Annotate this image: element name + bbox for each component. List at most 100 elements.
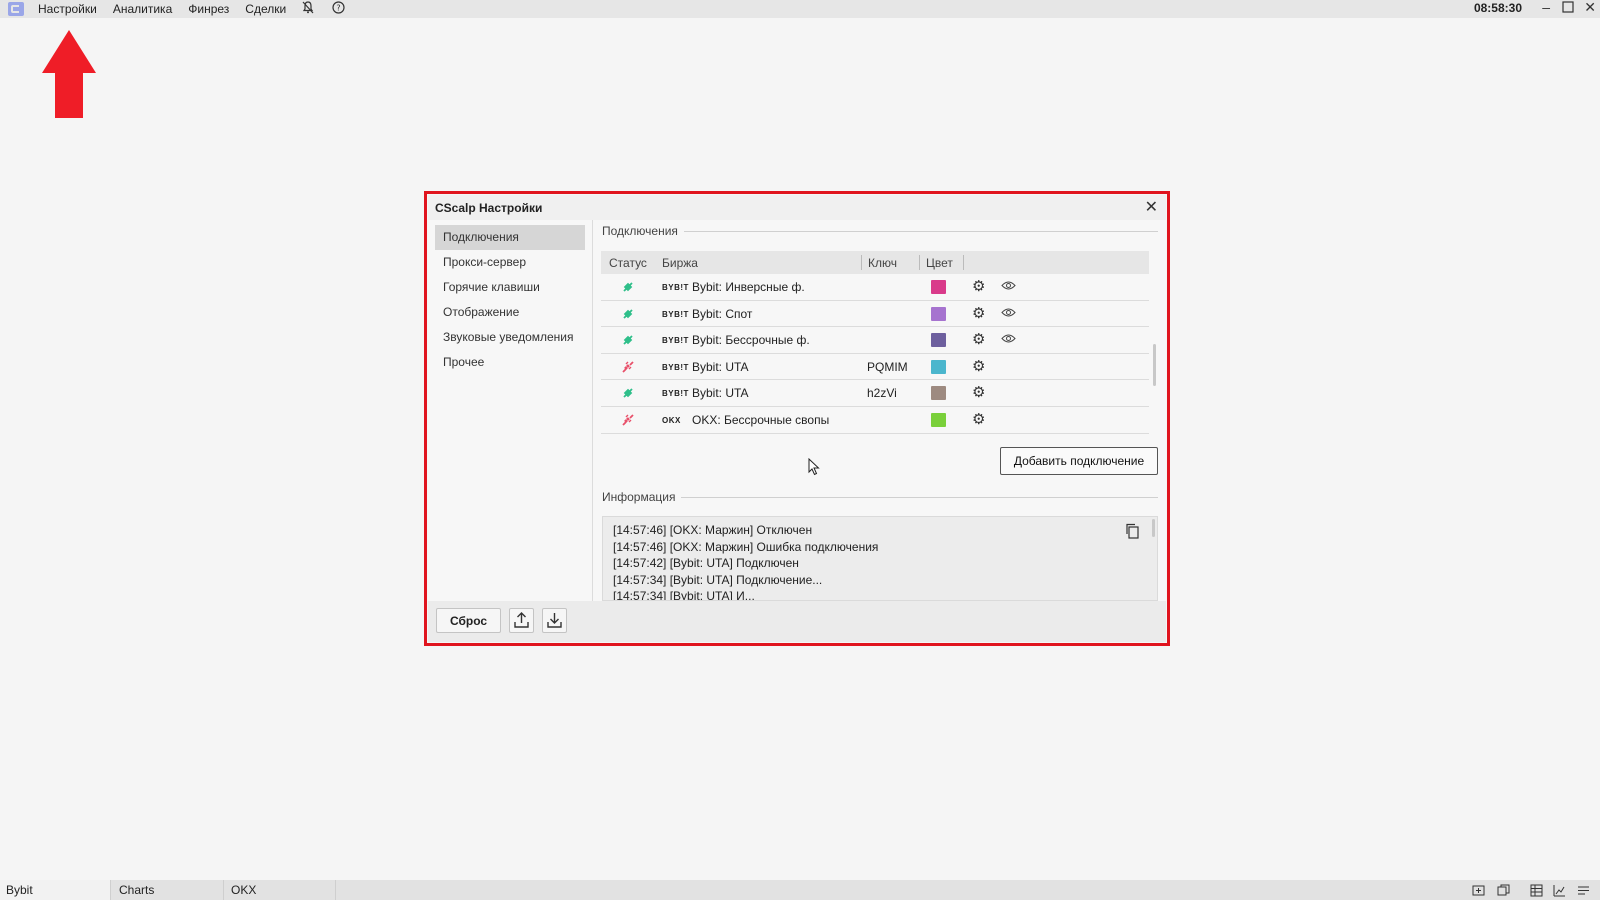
maximize-icon[interactable] bbox=[1562, 0, 1574, 16]
dialog-close-icon[interactable]: ✕ bbox=[1145, 197, 1158, 217]
clock: 08:58:30 bbox=[1473, 1, 1522, 15]
exchange-name: Bybit: Инверсные ф. bbox=[692, 280, 805, 294]
eye-icon[interactable] bbox=[1001, 280, 1016, 291]
nav-item-sound-notifications[interactable]: Звуковые уведомления bbox=[435, 325, 585, 350]
nav-item-connections[interactable]: Подключения bbox=[435, 225, 585, 250]
add-connection-button[interactable]: Добавить подключение bbox=[1000, 447, 1158, 475]
color-swatch[interactable] bbox=[931, 280, 946, 294]
tab-bybit[interactable]: Bybit bbox=[0, 880, 110, 900]
chart-add-icon[interactable] bbox=[1553, 884, 1566, 897]
plug-connected-icon bbox=[623, 308, 633, 319]
plug-connected-icon bbox=[623, 388, 633, 399]
table-row[interactable]: BYB!T Bybit: Бессрочные ф. ⚙ bbox=[601, 327, 1149, 354]
column-separator bbox=[861, 255, 862, 270]
tab-charts[interactable]: Charts bbox=[113, 880, 223, 900]
exchange-name: Bybit: Бессрочные ф. bbox=[692, 333, 810, 348]
download-icon bbox=[547, 613, 562, 628]
connections-table: Статус Биржа Ключ Цвет BYB!T Bybit: Инвер… bbox=[601, 251, 1149, 434]
log-line: [14:57:46] [OKX: Маржин] Ошибка подключе… bbox=[613, 539, 879, 554]
log-line: [14:57:46] [OKX: Маржин] Отключен bbox=[613, 523, 813, 537]
gear-icon[interactable]: ⚙ bbox=[972, 330, 985, 348]
exchange-name: Bybit: Спот bbox=[692, 306, 753, 321]
log-line: [14:57:42] [Bybit: UTA] Подключен bbox=[613, 556, 799, 571]
color-swatch[interactable] bbox=[931, 386, 946, 401]
mute-icon[interactable] bbox=[302, 1, 314, 17]
nav-item-other[interactable]: Прочее bbox=[435, 350, 585, 375]
svg-text:?: ? bbox=[337, 4, 341, 13]
column-separator bbox=[963, 255, 964, 270]
settings-nav: Подключения Прокси-сервер Горячие клавиш… bbox=[435, 225, 585, 375]
mouse-cursor-icon bbox=[808, 458, 820, 476]
gear-icon[interactable]: ⚙ bbox=[972, 383, 985, 401]
table-row[interactable]: BYB!T Bybit: UTA h2zVi ⚙ bbox=[601, 380, 1149, 407]
exchange-logo-icon: BYB!T bbox=[662, 336, 689, 346]
plug-connected-icon bbox=[623, 282, 633, 292]
exchange-name: OKX: Бессрочные свопы bbox=[692, 412, 830, 427]
eye-icon[interactable] bbox=[1001, 333, 1016, 344]
log-line: [14:57:34] [Bybit: UTA] И... bbox=[613, 589, 755, 601]
api-key: h2zVi bbox=[867, 386, 897, 401]
log-line: [14:57:34] [Bybit: UTA] Подключение... bbox=[613, 572, 823, 587]
exchange-logo-icon: BYB!T bbox=[662, 389, 689, 399]
info-log[interactable]: [14:57:46] [OKX: Маржин] Отключен [14:57… bbox=[602, 516, 1158, 601]
bottom-bar: Bybit Charts OKX bbox=[0, 880, 1600, 900]
tab-separator bbox=[335, 880, 336, 900]
color-swatch[interactable] bbox=[931, 359, 946, 374]
export-button[interactable] bbox=[509, 608, 534, 633]
upload-icon bbox=[514, 612, 529, 628]
connections-section-label: Подключения bbox=[602, 224, 684, 238]
import-button[interactable] bbox=[542, 608, 567, 633]
add-window-icon[interactable] bbox=[1472, 884, 1485, 897]
log-scrollbar[interactable] bbox=[1152, 519, 1155, 537]
dialog-body: Подключения Прокси-сервер Горячие клавиш… bbox=[428, 220, 1166, 601]
gear-icon[interactable]: ⚙ bbox=[972, 277, 985, 295]
menu-analytics[interactable]: Аналитика bbox=[113, 2, 172, 16]
tab-separator bbox=[110, 880, 111, 900]
table-row[interactable]: OKX OKX: Бессрочные свопы ⚙ bbox=[601, 406, 1149, 434]
windows-icon[interactable] bbox=[1497, 884, 1510, 897]
minimize-icon[interactable]: – bbox=[1542, 0, 1550, 15]
plug-disconnected-icon bbox=[622, 361, 634, 373]
reset-button[interactable]: Сброс bbox=[436, 608, 501, 633]
eye-icon[interactable] bbox=[1001, 307, 1016, 318]
info-divider bbox=[606, 497, 1158, 498]
gear-icon[interactable]: ⚙ bbox=[972, 357, 985, 375]
info-section-label: Информация bbox=[602, 490, 682, 504]
exchange-logo-icon: OKX bbox=[662, 415, 681, 425]
exchange-name: Bybit: UTA bbox=[692, 386, 749, 401]
copy-icon[interactable] bbox=[1125, 523, 1139, 539]
plug-disconnected-icon bbox=[622, 414, 634, 426]
menu-deals[interactable]: Сделки bbox=[245, 2, 286, 16]
column-color[interactable]: Цвет bbox=[926, 256, 953, 270]
app-logo-icon[interactable] bbox=[6, 1, 26, 17]
color-swatch[interactable] bbox=[931, 306, 946, 321]
dialog-title: CScalp Настройки bbox=[435, 201, 543, 215]
menu-settings[interactable]: Настройки bbox=[38, 2, 97, 16]
column-exchange[interactable]: Биржа bbox=[662, 256, 698, 270]
red-arrow-annotation bbox=[42, 30, 96, 118]
plug-connected-icon bbox=[623, 335, 633, 345]
table-row[interactable]: BYB!T Bybit: Инверсные ф. ⚙ bbox=[601, 274, 1149, 301]
column-key[interactable]: Ключ bbox=[868, 256, 897, 270]
table-row[interactable]: BYB!T Bybit: UTA PQMIM ⚙ bbox=[601, 353, 1149, 381]
list-icon[interactable] bbox=[1577, 884, 1590, 897]
nav-item-display[interactable]: Отображение bbox=[435, 300, 585, 325]
table-row[interactable]: BYB!T Bybit: Спот ⚙ bbox=[601, 300, 1149, 328]
exchange-logo-icon: BYB!T bbox=[662, 309, 689, 319]
settings-dialog: CScalp Настройки ✕ Подключения Прокси-се… bbox=[428, 195, 1166, 642]
menu-bar: Настройки Аналитика Финрез Сделки ? 08:5… bbox=[0, 0, 1600, 18]
gear-icon[interactable]: ⚙ bbox=[972, 410, 985, 428]
color-swatch[interactable] bbox=[931, 412, 946, 427]
gear-icon[interactable]: ⚙ bbox=[972, 304, 985, 322]
window-close-icon[interactable]: ✕ bbox=[1584, 0, 1596, 16]
column-status[interactable]: Статус bbox=[609, 256, 647, 270]
nav-item-proxy[interactable]: Прокси-сервер bbox=[435, 250, 585, 275]
tab-okx[interactable]: OKX bbox=[225, 880, 335, 900]
api-key: PQMIM bbox=[867, 359, 908, 374]
table-icon[interactable] bbox=[1530, 884, 1543, 897]
color-swatch[interactable] bbox=[931, 333, 946, 348]
menu-finrez[interactable]: Финрез bbox=[188, 2, 229, 16]
nav-item-hotkeys[interactable]: Горячие клавиши bbox=[435, 275, 585, 300]
help-icon[interactable]: ? bbox=[332, 1, 345, 17]
table-scrollbar[interactable] bbox=[1153, 344, 1156, 386]
